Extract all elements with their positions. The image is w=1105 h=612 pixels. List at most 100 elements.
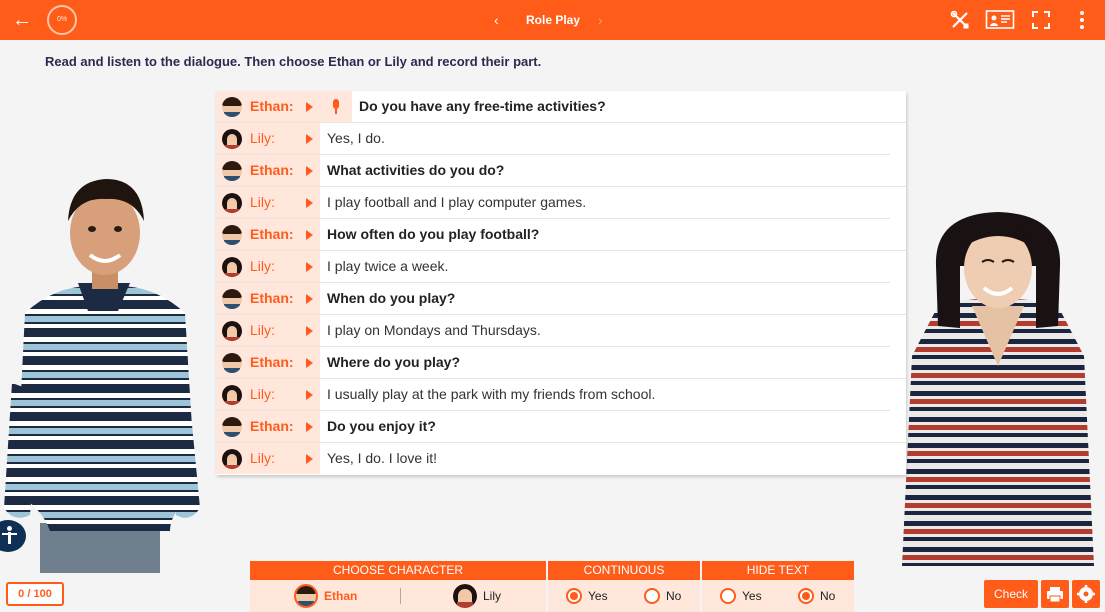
dialogue-line: Lily: I play on Mondays and Thursdays. <box>216 315 890 347</box>
dialogue-line: Ethan: Do you enjoy it? <box>216 411 906 443</box>
play-icon[interactable] <box>306 454 313 464</box>
speaker-cell: Lily: <box>216 443 320 474</box>
play-icon[interactable] <box>306 358 313 368</box>
dialogue-line: Ethan: Do you have any free-time activit… <box>216 91 906 123</box>
ethan-illustration <box>4 179 200 573</box>
divider <box>400 588 401 604</box>
radio-selected-icon <box>798 588 814 604</box>
speaker-name: Lily: <box>250 130 275 146</box>
chevron-right-icon[interactable]: › <box>598 10 603 30</box>
play-icon[interactable] <box>306 230 313 240</box>
speaker-name: Ethan: <box>250 98 294 114</box>
speaker-name: Lily: <box>250 322 275 338</box>
ethan-avatar <box>222 416 242 437</box>
top-bar: ← 0% ‹ Role Play › <box>0 0 1105 40</box>
speaker-cell: Lily: <box>216 315 320 346</box>
dialogue-text: Do you have any free-time activities? <box>359 98 606 114</box>
speaker-cell: Ethan: <box>216 155 320 186</box>
play-icon[interactable] <box>306 422 313 432</box>
continuous-yes-radio[interactable]: Yes <box>566 586 608 606</box>
play-icon[interactable] <box>306 102 313 112</box>
settings-button[interactable] <box>1072 580 1100 608</box>
play-icon[interactable] <box>306 134 313 144</box>
lily-illustration <box>902 212 1094 566</box>
continuous-group: CONTINUOUS Yes No <box>548 561 700 612</box>
speaker-cell: Lily: <box>216 187 320 218</box>
radio-label: Yes <box>742 589 762 603</box>
dialogue-line: Ethan: What activities do you do? <box>216 155 906 187</box>
play-icon[interactable] <box>306 262 313 272</box>
play-icon[interactable] <box>306 326 313 336</box>
speaker-name: Ethan: <box>250 418 294 434</box>
chevron-left-icon[interactable]: ‹ <box>494 10 499 30</box>
speaker-cell: Lily: <box>216 379 320 410</box>
radio-label: No <box>666 589 682 603</box>
lily-avatar <box>222 384 242 405</box>
check-button[interactable]: Check <box>984 580 1038 608</box>
presentation-icon[interactable] <box>985 8 1015 32</box>
lily-avatar <box>222 192 242 213</box>
continuous-header: CONTINUOUS <box>548 561 700 580</box>
options-panel: CHOOSE CHARACTER Ethan Lily CONTINUOUS Y… <box>250 561 854 612</box>
dialogue-text: Yes, I do. I love it! <box>327 450 437 466</box>
dialogue-list: Ethan: Do you have any free-time activit… <box>216 91 906 475</box>
dialogue-line: Ethan: Where do you play? <box>216 347 906 379</box>
speaker-name: Ethan: <box>250 162 294 178</box>
play-icon[interactable] <box>306 294 313 304</box>
dialogue-text: Yes, I do. <box>327 130 385 146</box>
speaker-cell: Ethan: <box>216 283 320 314</box>
play-icon[interactable] <box>306 166 313 176</box>
speaker-cell: Ethan: <box>216 347 320 378</box>
dialogue-line: Lily: Yes, I do. <box>216 123 890 155</box>
speaker-name: Lily: <box>250 386 275 402</box>
dialogue-line: Lily: Yes, I do. I love it! <box>216 443 890 475</box>
play-icon[interactable] <box>306 390 313 400</box>
choose-character-group: CHOOSE CHARACTER Ethan Lily <box>250 561 546 612</box>
microphone-icon[interactable] <box>320 91 352 122</box>
dialogue-line: Ethan: How often do you play football? <box>216 219 906 251</box>
play-icon[interactable] <box>306 198 313 208</box>
role-play-page: ← 0% ‹ Role Play › Read and listen to th… <box>0 0 1105 612</box>
dialogue-text: Where do you play? <box>327 354 461 370</box>
score-counter: 0 / 100 <box>6 582 64 606</box>
ethan-avatar <box>222 160 242 181</box>
instruction-text: Read and listen to the dialogue. Then ch… <box>45 54 542 69</box>
character-option-ethan[interactable]: Ethan <box>294 584 358 608</box>
ethan-avatar <box>222 352 242 373</box>
hide-text-header: HIDE TEXT <box>702 561 854 580</box>
ethan-avatar <box>222 224 242 245</box>
speaker-cell: Lily: <box>216 123 320 154</box>
hide-text-group: HIDE TEXT Yes No <box>702 561 854 612</box>
fullscreen-icon[interactable] <box>1029 8 1053 32</box>
radio-icon <box>644 588 660 604</box>
dialogue-text: What activities do you do? <box>327 162 505 178</box>
arrow-left-icon[interactable]: ← <box>10 9 34 31</box>
speaker-cell: Ethan: <box>216 219 320 250</box>
lily-avatar <box>222 256 242 277</box>
speaker-name: Lily: <box>250 258 275 274</box>
hide-text-yes-radio[interactable]: Yes <box>720 586 762 606</box>
speaker-name: Lily: <box>250 194 275 210</box>
character-label: Ethan <box>324 589 358 603</box>
tools-icon[interactable] <box>948 8 972 32</box>
character-option-lily[interactable]: Lily <box>453 584 502 608</box>
speaker-cell: Lily: <box>216 251 320 282</box>
continuous-no-radio[interactable]: No <box>644 586 681 606</box>
more-vert-icon[interactable] <box>1070 8 1094 32</box>
page-title: Role Play <box>525 13 581 27</box>
dialogue-line: Lily: I play twice a week. <box>216 251 890 283</box>
radio-label: No <box>820 589 836 603</box>
progress-ring: 0% <box>47 5 77 35</box>
choose-character-header: CHOOSE CHARACTER <box>250 561 546 580</box>
dialogue-text: I play football and I play computer game… <box>327 194 587 210</box>
hide-text-no-radio[interactable]: No <box>798 586 835 606</box>
lily-avatar <box>222 128 242 149</box>
ethan-avatar <box>222 288 242 309</box>
character-label: Lily <box>483 589 502 603</box>
lily-avatar <box>453 584 477 608</box>
print-button[interactable] <box>1041 580 1069 608</box>
speaker-name: Ethan: <box>250 226 294 242</box>
dialogue-line: Lily: I usually play at the park with my… <box>216 379 890 411</box>
dialogue-text: I play on Mondays and Thursdays. <box>327 322 541 338</box>
settings-icon <box>1077 585 1095 603</box>
